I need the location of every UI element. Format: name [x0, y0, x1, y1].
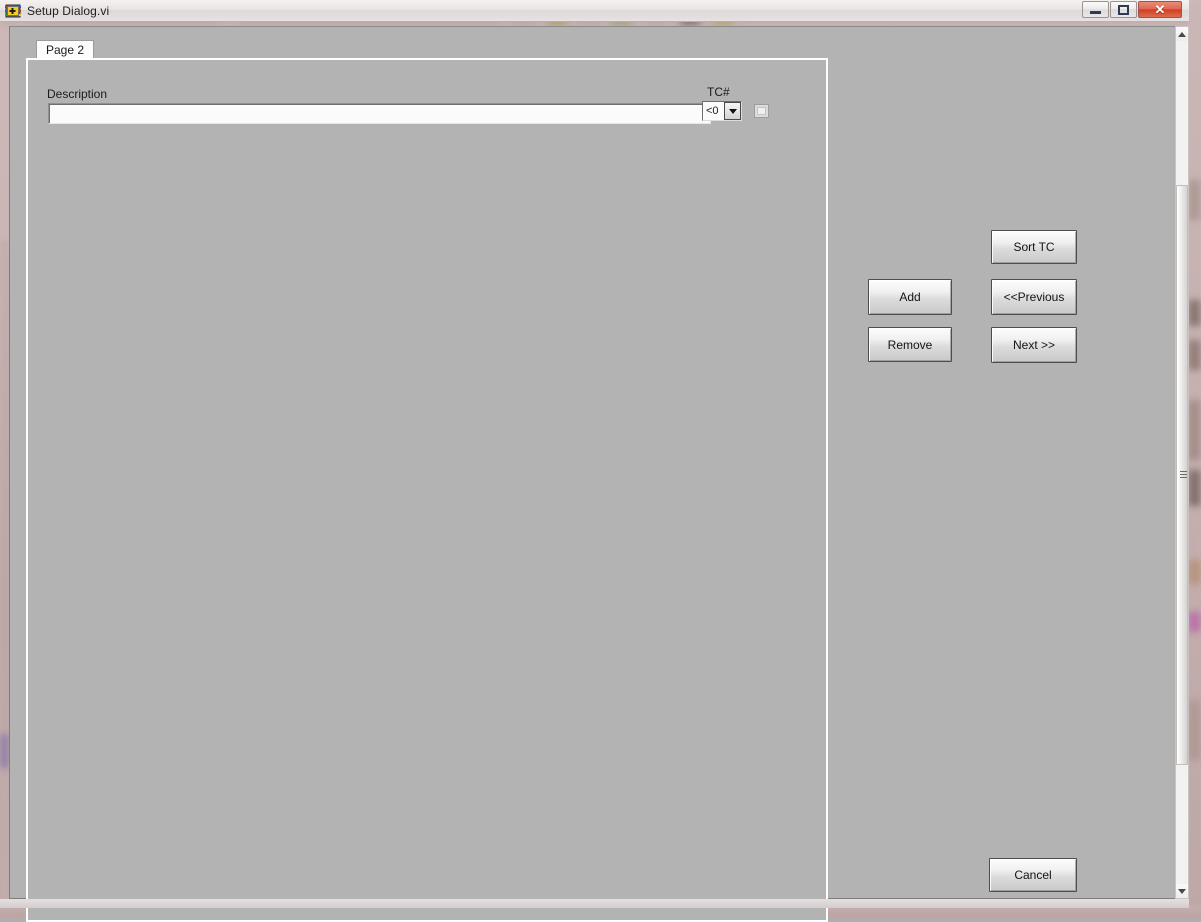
next-button[interactable]: Next >> — [991, 327, 1077, 363]
description-input[interactable] — [48, 103, 711, 124]
maximize-button[interactable] — [1110, 1, 1137, 18]
scroll-up-icon — [1178, 31, 1186, 37]
tab-page-panel: Description — [26, 58, 828, 922]
close-button[interactable]: ✕ — [1138, 1, 1182, 18]
vertical-scrollbar[interactable] — [1175, 26, 1189, 899]
minimize-icon — [1090, 10, 1101, 14]
chevron-down-icon — [728, 108, 737, 114]
checkbox-box-icon — [757, 107, 766, 115]
tc-number-dropdown[interactable]: <0 — [702, 101, 742, 121]
dialog-panel: Page 2 Description TC# <0 Sort TC Add <<… — [10, 27, 1185, 922]
previous-button[interactable]: <<Previous — [991, 279, 1077, 315]
tc-dropdown-button[interactable] — [724, 102, 741, 120]
window-controls: ✕ — [1082, 1, 1182, 18]
remove-button[interactable]: Remove — [868, 327, 952, 362]
maximize-icon — [1118, 4, 1129, 15]
title-bar[interactable]: Setup Dialog.vi ✕ — [0, 0, 1189, 22]
close-icon: ✕ — [1154, 2, 1166, 17]
tab-strip: Page 2 — [36, 40, 95, 59]
window-title: Setup Dialog.vi — [27, 3, 110, 18]
tc-number-value: <0 — [706, 105, 719, 117]
description-label: Description — [47, 87, 108, 101]
scroll-down-button[interactable] — [1176, 884, 1188, 898]
sort-tc-button[interactable]: Sort TC — [991, 230, 1077, 264]
scroll-up-button[interactable] — [1176, 27, 1188, 41]
minimize-button[interactable] — [1082, 1, 1109, 18]
dialog-client-area: Page 2 Description TC# <0 Sort TC Add <<… — [9, 26, 1186, 922]
tc-number-label: TC# — [707, 85, 730, 99]
window-bottom-edge — [0, 899, 1189, 908]
setup-dialog-window: Setup Dialog.vi ✕ Page 2 Description TC#… — [0, 0, 1201, 922]
tab-page-2[interactable]: Page 2 — [36, 40, 95, 59]
tc-checkbox[interactable] — [754, 104, 769, 118]
scrollbar-thumb[interactable] — [1176, 185, 1188, 765]
cancel-button[interactable]: Cancel — [989, 858, 1077, 892]
add-button[interactable]: Add — [868, 279, 952, 315]
labview-vi-icon — [5, 4, 21, 18]
scroll-down-icon — [1178, 888, 1186, 894]
scroll-grip-icon — [1180, 471, 1187, 478]
